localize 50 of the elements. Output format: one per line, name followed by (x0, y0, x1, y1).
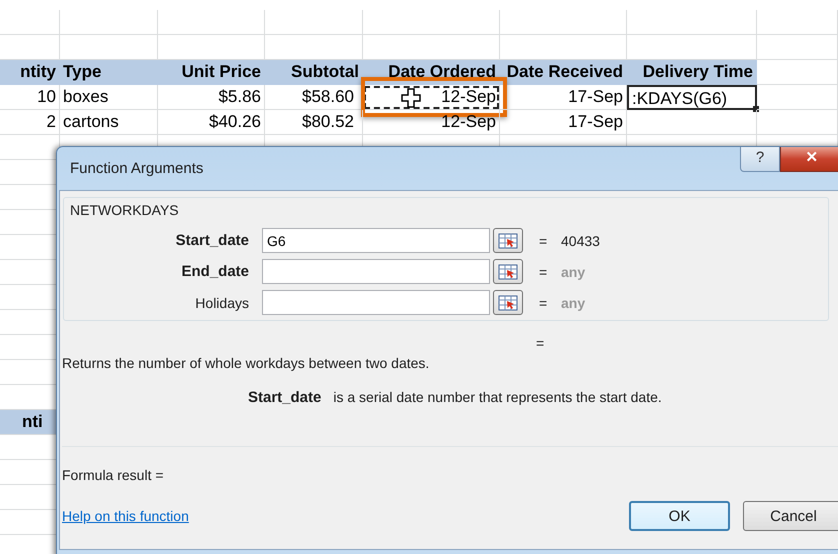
table-cell: 17-Sep (500, 110, 627, 135)
table-cell: boxes (60, 85, 158, 110)
column-header: Date Received (500, 60, 627, 85)
help-link[interactable]: Help on this function (62, 508, 189, 524)
input-field[interactable] (262, 259, 490, 284)
table-cell: $58.60 (265, 85, 363, 110)
collapse-dialog-button[interactable] (493, 290, 523, 315)
table-cell: 12-Sep (363, 85, 500, 110)
collapse-dialog-button[interactable] (493, 259, 523, 284)
input-field[interactable]: G6 (262, 228, 490, 253)
close-button[interactable]: ✕ (780, 147, 838, 172)
input-field[interactable] (262, 290, 490, 315)
column-header: ntity (0, 60, 60, 85)
argument-result: any (561, 264, 586, 280)
ok-button[interactable]: OK (629, 501, 730, 531)
function-description: Returns the number of whole workdays between two dates. (62, 355, 430, 371)
table-cell: 17-Sep (500, 85, 627, 110)
range-picker-icon (498, 232, 518, 248)
formula-value: = (536, 335, 546, 351)
table-cell: $40.26 (158, 110, 265, 135)
equals-sign: = (539, 294, 548, 310)
range-picker-icon (498, 264, 518, 280)
range-picker-icon (498, 294, 518, 310)
cancel-button[interactable]: Cancel (743, 501, 838, 531)
column-header: Subtotal (265, 60, 363, 85)
table-cell: 2 (0, 110, 60, 135)
function-name: NETWORKDAYS (69, 202, 180, 218)
column-header: Delivery Time (627, 60, 757, 85)
column-header: Unit Price (158, 60, 265, 85)
argument-label: Holidays (194, 294, 249, 310)
column-header: Type (60, 60, 158, 85)
table-cell: :KDAYS(G6) (627, 85, 757, 110)
argument-description: Start_date is a serial date number that represents the start date. (248, 389, 663, 406)
argument-label: Start_date (174, 232, 249, 249)
table-cell: cartons (60, 110, 158, 135)
table-cell: $5.86 (158, 85, 265, 110)
equals-sign: = (539, 232, 548, 248)
equals-sign: = (539, 264, 548, 280)
argument-result: any (561, 294, 586, 310)
table-cell: 12-Sep (363, 110, 500, 135)
argument-label: End_date (180, 263, 249, 280)
argument-result: 40433 (561, 232, 600, 248)
help-button[interactable]: ? (740, 147, 780, 172)
window-title: Function Arguments (70, 160, 204, 177)
cross-cursor-icon (401, 88, 421, 108)
table-cell: $80.52 (265, 110, 363, 135)
collapse-dialog-button[interactable] (493, 228, 523, 253)
table-cell (0, 10, 60, 35)
formula-result: Formula result = (62, 467, 165, 483)
table-cell: 10 (0, 85, 60, 110)
